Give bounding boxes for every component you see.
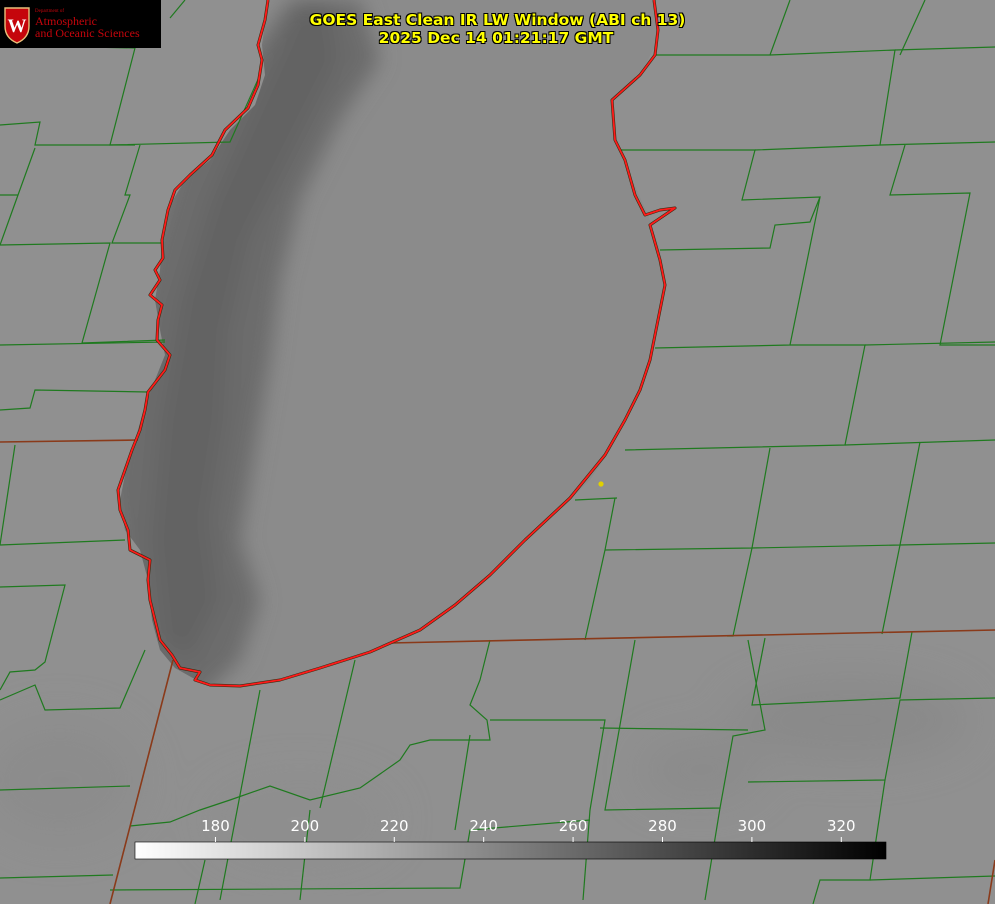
location-marker — [598, 481, 604, 487]
logo-line2: and Oceanic Sciences — [35, 26, 140, 40]
department-logo: W Department of Atmospheric and Oceanic … — [0, 0, 161, 48]
satellite-map — [0, 0, 995, 904]
crest-letter: W — [8, 16, 27, 37]
university-crest-icon: W — [4, 7, 30, 44]
